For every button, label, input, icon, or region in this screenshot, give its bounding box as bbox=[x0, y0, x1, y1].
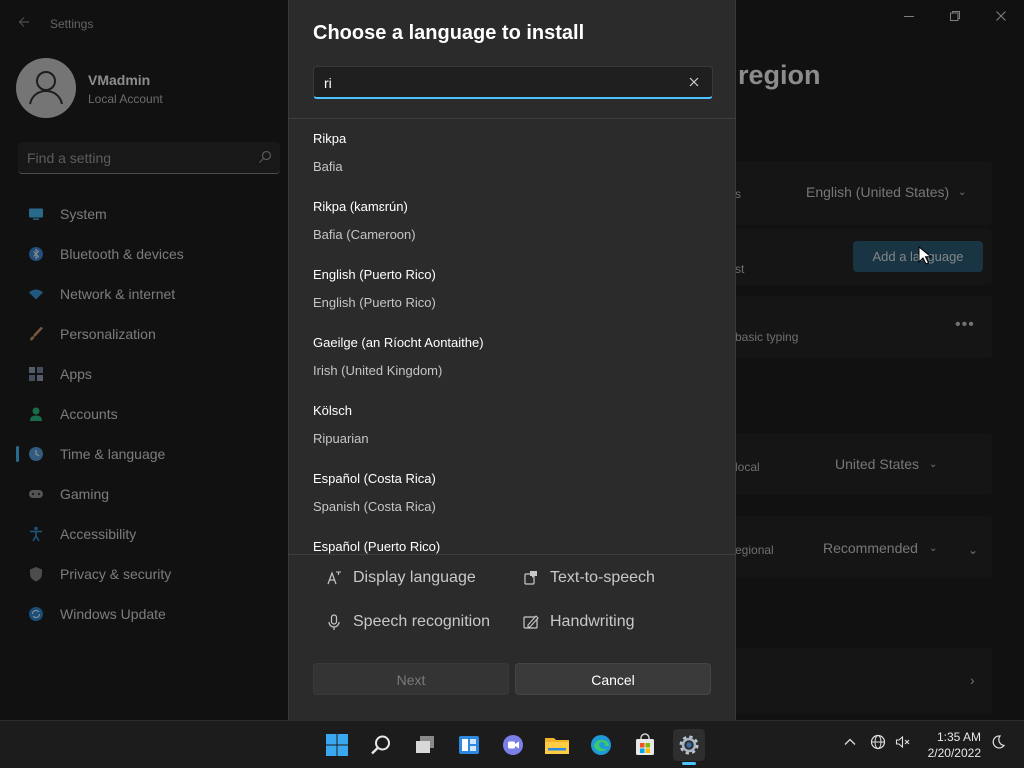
language-english-name: Bafia bbox=[313, 159, 343, 174]
network-tray-button[interactable] bbox=[870, 734, 886, 755]
language-native-name: Español (Costa Rica) bbox=[313, 471, 436, 486]
taskbar-search-button[interactable] bbox=[365, 729, 397, 761]
text-to-speech-icon bbox=[522, 569, 540, 587]
clock-time: 1:35 AM bbox=[936, 730, 981, 744]
feature-label: Text-to-speech bbox=[550, 569, 655, 586]
show-hidden-icons-button[interactable] bbox=[843, 735, 857, 754]
feature-label: Speech recognition bbox=[353, 613, 490, 630]
feature-display-language: Display language bbox=[325, 567, 476, 589]
microphone-icon bbox=[325, 613, 343, 631]
language-native-name: Rikpa (kamɛrún) bbox=[313, 199, 408, 214]
language-native-name: Español (Puerto Rico) bbox=[313, 539, 441, 554]
file-explorer-button[interactable] bbox=[541, 729, 573, 761]
language-native-name: Gaeilge (an Ríocht Aontaithe) bbox=[313, 335, 484, 350]
language-english-name: Ripuarian bbox=[313, 431, 369, 446]
taskbar-clock[interactable]: 1:35 AM 2/20/2022 bbox=[928, 729, 981, 761]
speaker-muted-icon bbox=[895, 735, 910, 749]
language-english-name: Spanish (Costa Rica) bbox=[313, 499, 436, 514]
folder-icon bbox=[545, 738, 569, 754]
teams-chat-icon bbox=[503, 735, 523, 755]
clock-date: 2/20/2022 bbox=[927, 746, 981, 760]
task-view-button[interactable] bbox=[409, 729, 441, 761]
moon-icon bbox=[992, 735, 1006, 749]
feature-label: Display language bbox=[353, 569, 476, 586]
language-native-name: English (Puerto Rico) bbox=[313, 267, 436, 282]
gear-icon bbox=[679, 735, 699, 755]
widgets-icon bbox=[459, 736, 479, 754]
language-english-name: English (Puerto Rico) bbox=[313, 295, 436, 310]
taskbar: 1:35 AM 2/20/2022 bbox=[0, 720, 1024, 768]
chat-button[interactable] bbox=[497, 729, 529, 761]
store-button[interactable] bbox=[629, 729, 661, 761]
list-item[interactable]: Español (Costa Rica) Spanish (Costa Rica… bbox=[289, 459, 735, 527]
choose-language-dialog: Choose a language to install Rikpa Bafia… bbox=[288, 0, 736, 720]
edge-browser-icon bbox=[591, 735, 611, 755]
task-view-icon bbox=[416, 736, 434, 753]
display-language-icon bbox=[325, 569, 343, 587]
cancel-button[interactable]: Cancel bbox=[515, 663, 711, 695]
feature-speech-recognition: Speech recognition bbox=[325, 611, 490, 633]
feature-text-to-speech: Text-to-speech bbox=[522, 567, 655, 589]
list-item[interactable]: Kölsch Ripuarian bbox=[289, 391, 735, 459]
mouse-cursor-icon bbox=[918, 246, 932, 265]
settings-taskbar-button[interactable] bbox=[673, 729, 705, 765]
search-icon bbox=[371, 735, 390, 755]
start-button[interactable] bbox=[321, 729, 353, 761]
list-item[interactable]: Español (Puerto Rico) bbox=[289, 527, 735, 554]
edge-button[interactable] bbox=[585, 729, 617, 761]
handwriting-icon bbox=[522, 613, 540, 631]
language-native-name: Rikpa bbox=[313, 131, 347, 146]
feature-handwriting: Handwriting bbox=[522, 611, 634, 633]
list-item[interactable]: English (Puerto Rico) English (Puerto Ri… bbox=[289, 255, 735, 323]
feature-label: Handwriting bbox=[550, 613, 635, 630]
language-results-list[interactable]: Rikpa Bafia Rikpa (kamɛrún) Bafia (Camer… bbox=[289, 119, 735, 554]
clear-search-icon[interactable] bbox=[688, 75, 702, 89]
notifications-button[interactable] bbox=[990, 734, 1006, 755]
active-app-indicator bbox=[682, 762, 696, 765]
language-english-name: Irish (United Kingdom) bbox=[313, 363, 443, 378]
volume-tray-button[interactable] bbox=[895, 734, 911, 755]
language-native-name: Kölsch bbox=[313, 403, 353, 418]
list-item[interactable]: Gaeilge (an Ríocht Aontaithe) Irish (Uni… bbox=[289, 323, 735, 391]
globe-icon bbox=[870, 734, 886, 750]
language-english-name: Bafia (Cameroon) bbox=[313, 227, 416, 242]
language-search-box[interactable] bbox=[313, 66, 713, 99]
language-features-legend: Display language Text-to-speech Speech r… bbox=[289, 555, 735, 655]
next-button[interactable]: Next bbox=[313, 663, 509, 695]
dialog-title: Choose a language to install bbox=[313, 22, 585, 44]
chevron-up-icon bbox=[844, 738, 856, 745]
store-bag-icon bbox=[636, 733, 654, 755]
list-item[interactable]: Rikpa (kamɛrún) Bafia (Cameroon) bbox=[289, 187, 735, 255]
list-item[interactable]: Rikpa Bafia bbox=[289, 119, 735, 187]
widgets-button[interactable] bbox=[453, 729, 485, 761]
language-search-input[interactable] bbox=[324, 73, 664, 93]
windows-logo-icon bbox=[326, 734, 348, 756]
